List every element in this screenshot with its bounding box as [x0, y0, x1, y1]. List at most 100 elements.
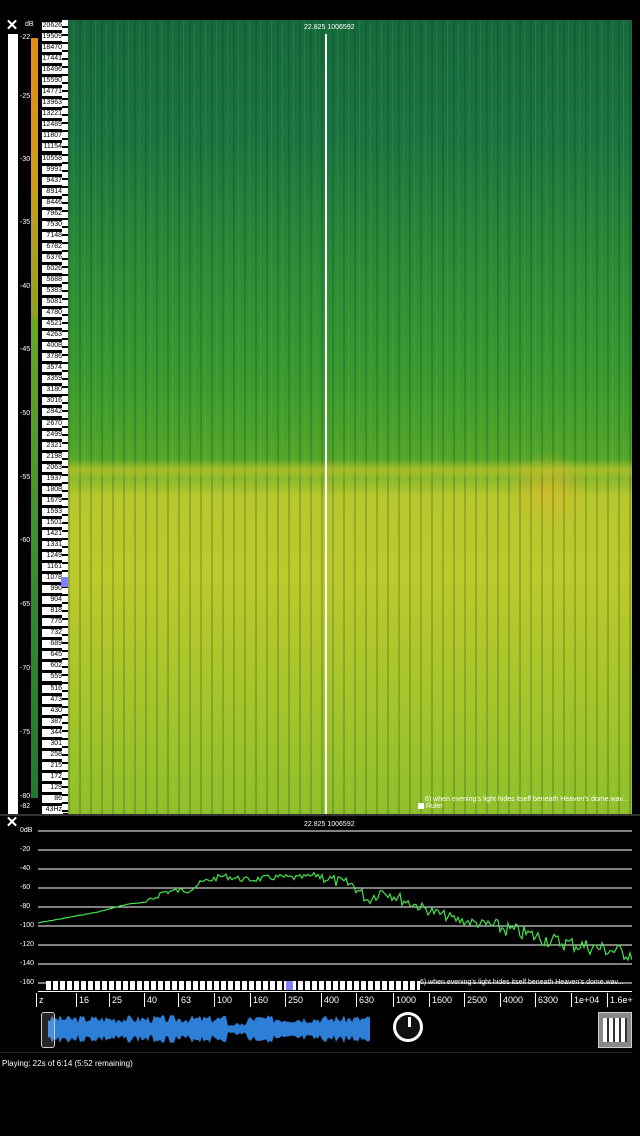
- frequency-label: 19509: [42, 33, 63, 41]
- db-scale-label: -65: [20, 601, 31, 608]
- db-scale-label: -22: [20, 34, 31, 41]
- ruler-legend[interactable]: Ruler: [418, 803, 443, 810]
- spectrum-x-label: 2500: [467, 995, 488, 1005]
- db-scale-label: -55: [20, 474, 31, 481]
- piano-highlight-key: [61, 577, 68, 587]
- db-scale-label: -40: [20, 283, 31, 290]
- playhead-handle[interactable]: [41, 1012, 55, 1048]
- spectrum-plot[interactable]: [37, 830, 633, 985]
- frequency-label: 1421: [42, 530, 63, 538]
- frequency-label: 9437: [42, 177, 63, 185]
- spectrum-x-label: 25: [112, 995, 123, 1005]
- spectrogram-band: [68, 460, 632, 480]
- frequency-label: 1501: [42, 519, 63, 527]
- frequency-label: 13221: [42, 110, 63, 118]
- spectrum-x-tick: [76, 993, 77, 1007]
- waveform-overview[interactable]: [8, 1012, 388, 1046]
- frequency-label: 3574: [42, 364, 63, 372]
- spectrum-x-label: 63: [181, 995, 192, 1005]
- spectrum-x-tick: [285, 993, 286, 1007]
- frequency-label: 7962: [42, 210, 63, 218]
- waveform-shape: [48, 1015, 370, 1043]
- frequency-label: 18470: [42, 44, 63, 52]
- frequency-label: 5688: [42, 276, 63, 284]
- frequency-label: 732: [42, 629, 63, 637]
- frequency-label: 3180: [42, 386, 63, 394]
- spectrum-x-label: 1e+04: [574, 995, 600, 1005]
- db-scale-label: -45: [20, 346, 31, 353]
- spectrum-x-label: 40: [147, 995, 158, 1005]
- frequency-label: 215: [42, 762, 63, 770]
- spectrum-x-label: 400: [324, 995, 340, 1005]
- spectrum-cursor-readout: 22.825 1006592: [304, 821, 355, 828]
- spectrum-x-label: 1.6e+: [610, 995, 633, 1005]
- spectrum-x-tick: [571, 993, 572, 1007]
- spectrum-x-tick: [356, 993, 357, 1007]
- frequency-label: 990: [42, 585, 63, 593]
- panel-divider[interactable]: [0, 814, 640, 816]
- frequency-label: 473: [42, 696, 63, 704]
- spectrum-x-axis-line: [38, 991, 632, 992]
- spectrum-x-tick: [429, 993, 430, 1007]
- frequency-label: 516: [42, 685, 63, 693]
- spectrum-y-label: -20: [20, 846, 31, 853]
- close-spectrum-icon[interactable]: ✕: [5, 815, 19, 830]
- level-meter-orange: [31, 38, 38, 318]
- level-meter: [8, 34, 18, 814]
- spectrum-track-title: 6) when evening's light hides itself ben…: [420, 979, 624, 986]
- frequency-label: 43Hz: [42, 806, 63, 814]
- ruler-checkbox[interactable]: [418, 803, 424, 810]
- spectrum-x-tick: [535, 993, 536, 1007]
- frequency-label: 645: [42, 651, 63, 659]
- frequency-label: 2670: [42, 420, 63, 428]
- frequency-label: 1249: [42, 552, 63, 560]
- frequency-label: 559: [42, 673, 63, 681]
- ruler-label: Ruler: [426, 803, 443, 810]
- spectrum-x-tick: [214, 993, 215, 1007]
- db-scale-label: -25: [20, 93, 31, 100]
- frequency-label: 904: [42, 596, 63, 604]
- frequency-label: 1808: [42, 486, 63, 494]
- frequency-label: 1593: [42, 508, 63, 516]
- spectrum-x-label: 630: [359, 995, 375, 1005]
- keyboard-icon-keys: [603, 1018, 627, 1042]
- frequency-label: 12489: [42, 121, 63, 129]
- keyboard-view-icon[interactable]: [598, 1012, 632, 1048]
- frequency-label: 6376: [42, 254, 63, 262]
- close-spectrogram-icon[interactable]: ✕: [5, 18, 19, 33]
- playback-cursor[interactable]: [325, 34, 327, 814]
- frequency-label: 11154: [42, 143, 63, 151]
- playback-status: Playing: 22s of 6:14 (5:52 remaining): [2, 1059, 133, 1068]
- frequency-label: 1161: [42, 563, 63, 571]
- frequency-label: 387: [42, 718, 63, 726]
- db-scale-label: -70: [20, 665, 31, 672]
- waveform-svg: [48, 1015, 370, 1043]
- db-scale-label: -82: [20, 803, 31, 810]
- spectrum-svg: [37, 830, 633, 984]
- spectrum-x-label: 100: [217, 995, 233, 1005]
- frequency-label: 3359: [42, 375, 63, 383]
- spectrogram-view[interactable]: [68, 20, 632, 814]
- db-scale-label: -30: [20, 156, 31, 163]
- frequency-label: 2198: [42, 453, 63, 461]
- frequency-label: 6782: [42, 243, 63, 251]
- frequency-label: 1078: [42, 574, 63, 582]
- frequency-label: 11807: [42, 132, 63, 140]
- frequency-label: 7148: [42, 232, 63, 240]
- spectrum-y-label: -80: [20, 903, 31, 910]
- spectrum-x-tick: [250, 993, 251, 1007]
- frequency-label: 4780: [42, 309, 63, 317]
- spectrum-y-label: -140: [20, 960, 35, 967]
- volume-knob[interactable]: [393, 1012, 423, 1042]
- db-scale-label: -50: [20, 410, 31, 417]
- spectrum-x-tick: [321, 993, 322, 1007]
- frequency-label: 7530: [42, 221, 63, 229]
- spectrum-keyboard: [46, 981, 420, 990]
- frequency-label: 2842: [42, 408, 63, 416]
- frequency-label: 2499: [42, 431, 63, 439]
- cursor-readout: 22.825 1006592: [304, 24, 355, 31]
- spectrum-x-label: z: [39, 995, 44, 1005]
- spectrum-x-tick: [109, 993, 110, 1007]
- frequency-label: 16496: [42, 66, 63, 74]
- spectrogram-streaks: [68, 20, 632, 814]
